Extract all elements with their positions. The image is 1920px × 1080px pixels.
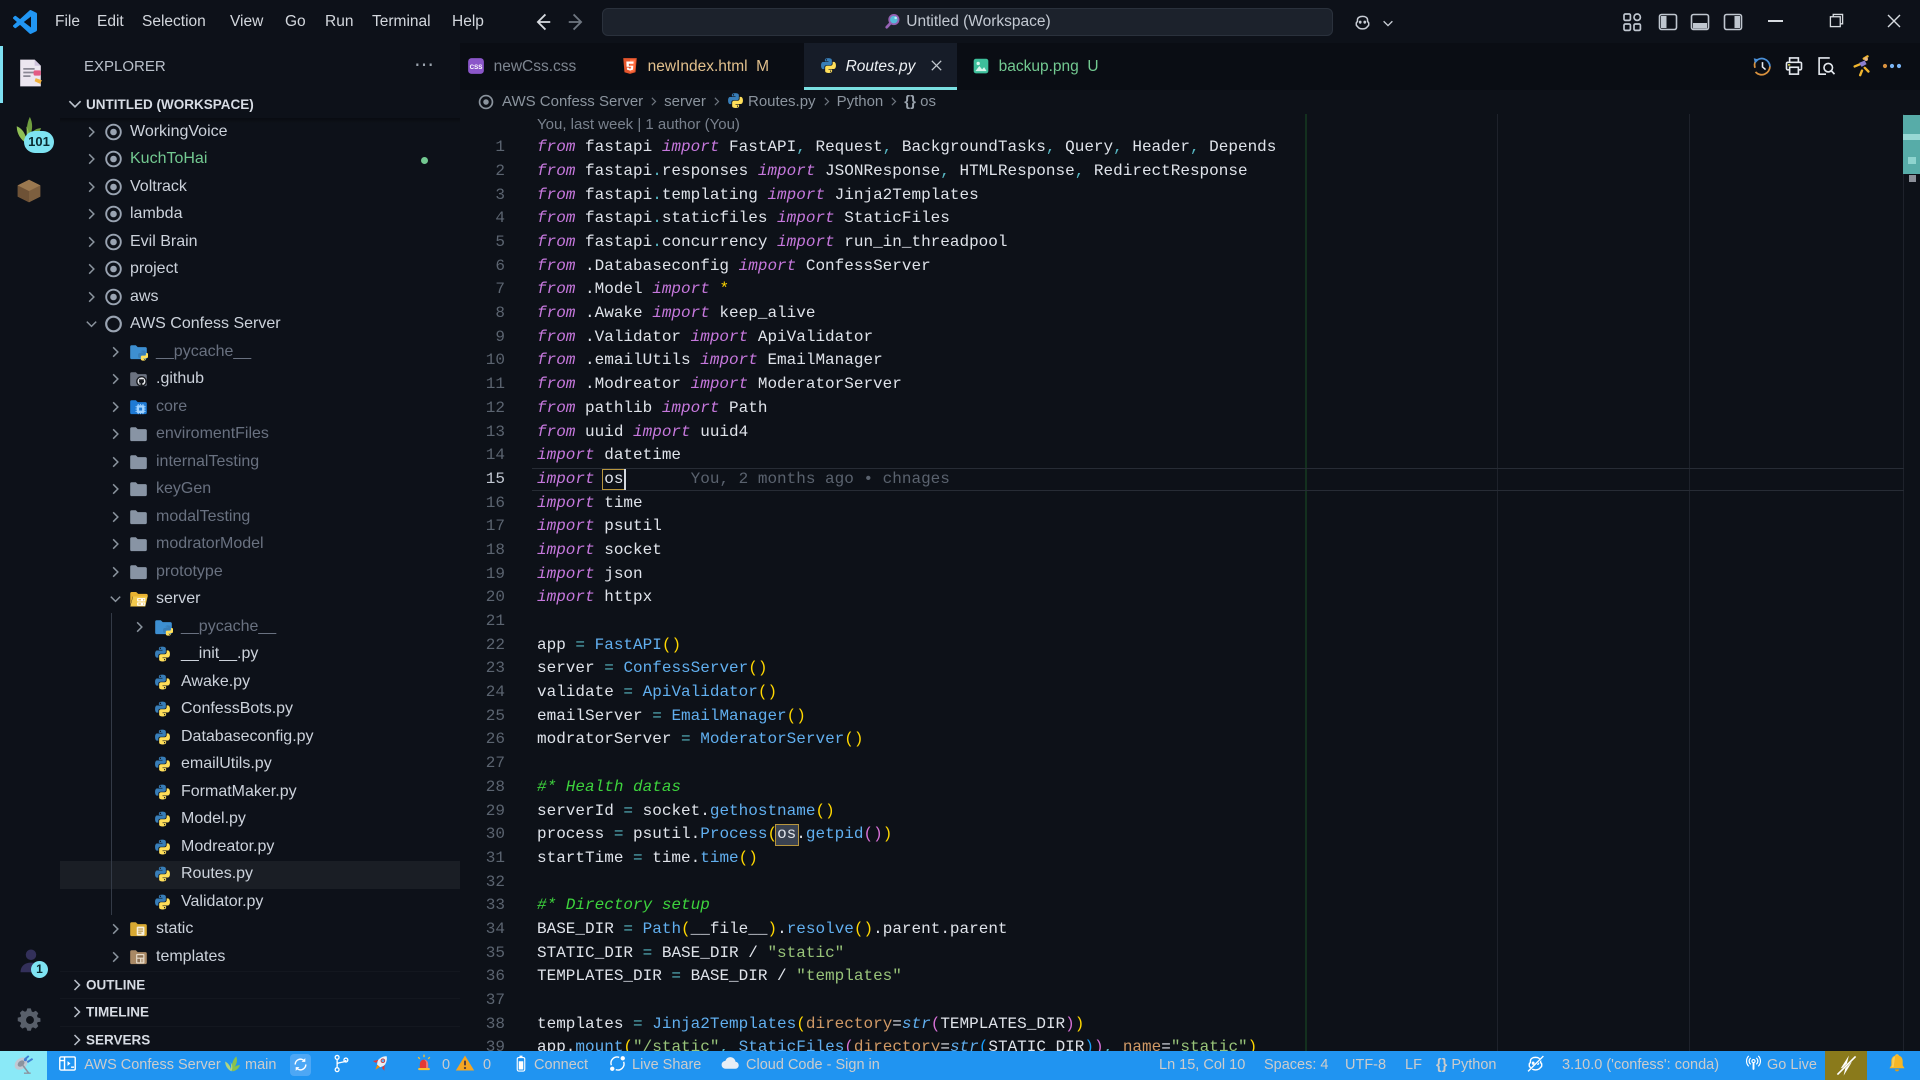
svg-text:CSS: CSS <box>470 64 483 71</box>
